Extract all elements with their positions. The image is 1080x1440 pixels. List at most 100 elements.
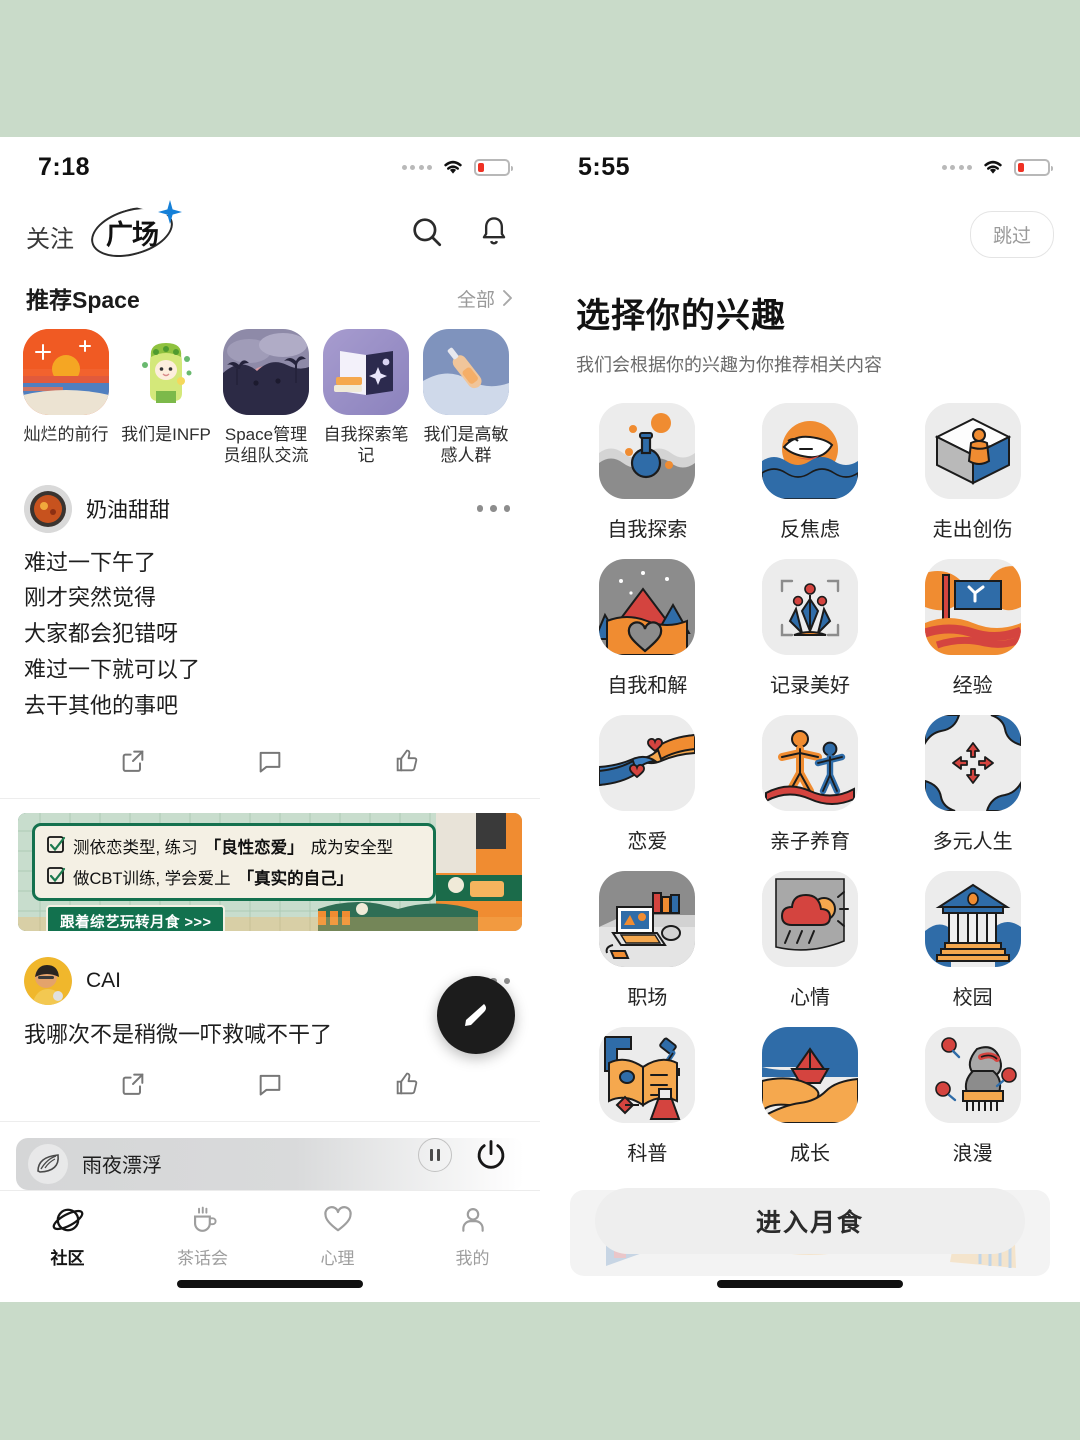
interest-item-anti-anxiety[interactable]: 反焦虑 (729, 403, 892, 542)
interest-item-science[interactable]: 科普 (566, 1027, 729, 1166)
two-hands-heart-icon (599, 715, 696, 811)
tab-mine[interactable]: 我的 (405, 1203, 540, 1269)
rain-cloud-sun-icon (761, 871, 858, 967)
post-line: 难过一下午了 (24, 549, 157, 575)
post-action-bar (24, 1053, 516, 1115)
interest-label: 亲子养育 (769, 831, 850, 853)
audio-controls (418, 1137, 508, 1172)
like-icon[interactable] (393, 747, 421, 775)
share-icon[interactable] (119, 1070, 147, 1098)
compose-button[interactable] (437, 976, 515, 1054)
planet-icon (52, 1208, 83, 1232)
like-icon[interactable] (393, 1070, 421, 1098)
comment-icon[interactable] (256, 747, 284, 775)
pause-icon[interactable] (418, 1137, 452, 1172)
tab-plaza[interactable]: 广场 (90, 206, 182, 258)
tab-teahouse[interactable]: 茶话会 (135, 1203, 270, 1269)
campus-building-icon (924, 871, 1021, 967)
bear-wave-sun-icon (761, 403, 858, 499)
post-action-bar (24, 730, 516, 792)
space-see-all-button[interactable]: 全部 (457, 285, 514, 312)
checkbox-check-icon (47, 867, 66, 885)
space-item-label: 我们是INFP (121, 425, 211, 444)
space-avatar-sunset-sea-icon (23, 329, 109, 415)
tab-community[interactable]: 社区 (0, 1203, 135, 1269)
interest-item-experience[interactable]: 经验 (891, 559, 1054, 698)
banner-line1-c: 成为安全型 (310, 838, 394, 857)
interest-label: 走出创伤 (932, 519, 1013, 541)
post-author[interactable]: CAI (24, 956, 121, 1005)
tab-follow[interactable]: 关注 (26, 219, 74, 258)
space-item[interactable]: 灿烂的前行 (16, 329, 116, 467)
interest-item-love[interactable]: 恋爱 (566, 715, 729, 854)
space-avatar-open-book-stars-icon (323, 329, 409, 415)
banner-line1-a: 测依恋类型, 练习 (73, 838, 198, 857)
avatar (24, 956, 72, 1005)
space-item[interactable]: 我们是高敏感人群 (416, 329, 516, 467)
power-icon[interactable] (474, 1138, 508, 1172)
interest-item-mood[interactable]: 心情 (729, 871, 892, 1010)
interest-label: 职场 (627, 987, 668, 1009)
bell-icon[interactable] (478, 215, 510, 249)
interest-item-growth[interactable]: 成长 (729, 1027, 892, 1166)
battery-icon (1014, 158, 1053, 176)
space-item[interactable]: Space管理员组队交流 (216, 329, 316, 467)
right-phone-screen: 5:55 跳过 选择你的兴趣 我们会根据你的兴趣为你推荐相关内容 自我探索 反焦… (540, 137, 1080, 1302)
laptop-desk-icon (599, 871, 696, 967)
post-card: 奶油甜甜 难过一下午了 刚才突然觉得 大家都会犯错呀 难过一下就可以了 去干其他… (0, 467, 540, 792)
space-item[interactable]: 我们是INFP (116, 329, 216, 467)
tab-psychology[interactable]: 心理 (270, 1203, 405, 1269)
teacup-icon (193, 1206, 216, 1232)
post-more-button[interactable] (476, 505, 517, 512)
post-line: 大家都会犯错呀 (24, 621, 179, 647)
tab-psychology-label: 心理 (320, 1249, 355, 1268)
heart-icon (323, 1206, 352, 1232)
tab-mine-label: 我的 (455, 1249, 490, 1268)
post-line: 难过一下就可以了 (24, 657, 201, 683)
space-item-label: 灿烂的前行 (23, 425, 109, 444)
space-list: 灿烂的前行 我们是INFP Space管理员组队交流 自我探索笔记 我们是高敏感… (0, 325, 540, 467)
top-action-icons (410, 215, 510, 249)
screenshot-stage: 7:18 关注 广场 推荐Space 全部 灿烂的前行 我们是INFP Spac… (0, 0, 1080, 1440)
post-line: 刚才突然觉得 (24, 585, 157, 611)
page-subtitle: 我们会根据你的兴趣为你推荐相关内容 (576, 355, 882, 375)
enter-app-button[interactable]: 进入月食 (595, 1188, 1025, 1254)
signal-dots-icon (941, 164, 972, 170)
status-indicators (401, 158, 513, 176)
comment-icon[interactable] (256, 1070, 284, 1098)
interest-label: 心情 (789, 987, 830, 1009)
interest-item-heal-trauma[interactable]: 走出创伤 (891, 403, 1054, 542)
battery-icon (474, 158, 513, 176)
interest-item-self-exploration[interactable]: 自我探索 (566, 403, 729, 542)
search-icon[interactable] (410, 215, 444, 249)
skip-button[interactable]: 跳过 (969, 211, 1054, 258)
post-header: 奶油甜甜 (24, 483, 516, 535)
left-phone-screen: 7:18 关注 广场 推荐Space 全部 灿烂的前行 我们是INFP Spac… (0, 137, 540, 1302)
interest-item-self-reconciliation[interactable]: 自我和解 (566, 559, 729, 698)
interest-item-diverse-life[interactable]: 多元人生 (891, 715, 1054, 854)
post-author-name: 奶油甜甜 (86, 498, 170, 522)
compose-pen-icon (465, 1004, 486, 1026)
interest-item-campus[interactable]: 校园 (891, 871, 1054, 1010)
post-line: 去干其他的事吧 (24, 692, 179, 718)
mountain-heart-icon (599, 559, 696, 655)
space-item[interactable]: 自我探索笔记 (316, 329, 416, 467)
person-icon (461, 1208, 484, 1232)
banner-line2-a: 做CBT训练, 学会爱上 (73, 869, 231, 888)
post-author[interactable]: 奶油甜甜 (24, 484, 170, 533)
promo-banner-wrap[interactable]: 测依恋类型, 练习 「良性恋爱」 成为安全型 做CBT训练, 学会爱上 「真实的自己」… (0, 799, 540, 939)
cta-area: 进入月食 (540, 1167, 1080, 1302)
promo-banner[interactable]: 测依恋类型, 练习 「良性恋爱」 成为安全型 做CBT训练, 学会爱上 「真实的自己」… (18, 812, 522, 931)
flask-sea-icon (599, 403, 696, 499)
space-avatar-bottle-snow-icon (423, 329, 509, 415)
interest-item-parenting[interactable]: 亲子养育 (729, 715, 892, 854)
interest-label: 自我和解 (607, 675, 688, 697)
banner-cta-chip[interactable]: 跟着综艺玩转月食 >>> (46, 904, 226, 931)
space-section-header: 推荐Space 全部 (0, 267, 540, 325)
interest-item-record-beauty[interactable]: 记录美好 (729, 559, 892, 698)
post-text: 难过一下午了 刚才突然觉得 大家都会犯错呀 难过一下就可以了 去干其他的事吧 (24, 535, 516, 730)
interest-item-romance[interactable]: 浪漫 (891, 1027, 1054, 1166)
space-see-all-label: 全部 (456, 289, 495, 311)
interest-item-workplace[interactable]: 职场 (566, 871, 729, 1010)
share-icon[interactable] (119, 747, 147, 775)
